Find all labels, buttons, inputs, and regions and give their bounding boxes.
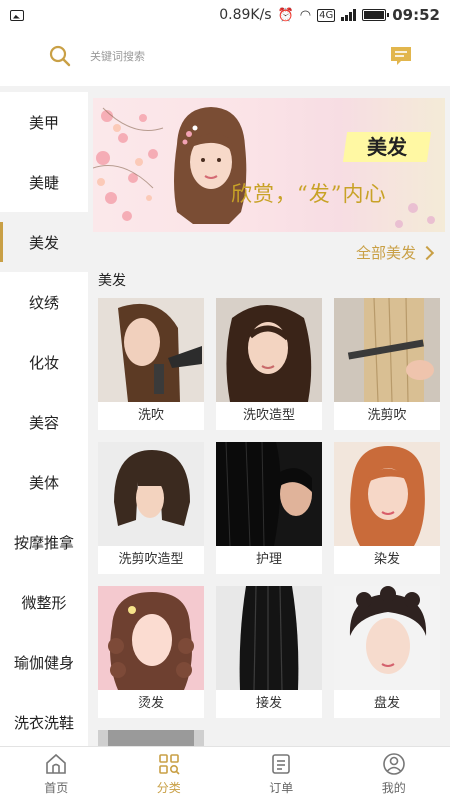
tab-profile[interactable]: 我的 <box>338 747 450 800</box>
clock: 09:52 <box>392 6 440 24</box>
sidebar-item-beauty[interactable]: 美容 <box>0 392 88 452</box>
subcategory-card[interactable]: 洗剪吹 <box>334 298 440 430</box>
sidebar-item-massage[interactable]: 按摩推拿 <box>0 512 88 572</box>
subcategory-card[interactable]: 染发 <box>334 442 440 574</box>
alarm-icon: ⏰ <box>277 7 294 23</box>
sidebar-item-tattoo-embroidery[interactable]: 纹绣 <box>0 272 88 332</box>
next-category-image <box>98 730 204 746</box>
section-title: 美发 <box>98 273 126 289</box>
promo-banner[interactable]: 美发 欣赏，“发”内心 <box>93 98 445 232</box>
sidebar-item-yoga-fitness[interactable]: 瑜伽健身 <box>0 632 88 692</box>
battery-icon <box>362 9 390 21</box>
wash-cut-blow-image <box>334 298 440 402</box>
gallery-notification-icon <box>10 9 24 21</box>
category-grid-icon <box>158 753 180 775</box>
perm-image <box>98 586 204 690</box>
network-type: 4G <box>317 8 336 22</box>
hair-extension-image <box>216 586 322 690</box>
sidebar-item-makeup[interactable]: 化妆 <box>0 332 88 392</box>
updo-image <box>334 586 440 690</box>
sidebar-item-body[interactable]: 美体 <box>0 452 88 512</box>
banner-tag: 美发 <box>342 132 432 162</box>
hair-care-image <box>216 442 322 546</box>
network-speed: 0.89K/s <box>219 7 272 23</box>
blow-dry-image <box>98 298 204 402</box>
bottom-tab-bar: 首页 分类 订单 我的 <box>0 746 450 800</box>
subcategory-card[interactable]: 接发 <box>216 586 322 718</box>
sidebar-item-micro-plastic[interactable]: 微整形 <box>0 572 88 632</box>
wifi-icon: ◠ <box>299 7 312 23</box>
tab-home[interactable]: 首页 <box>0 747 113 800</box>
hair-coloring-image <box>334 442 440 546</box>
orders-icon <box>272 753 291 774</box>
subcategory-card[interactable]: 洗吹造型 <box>216 298 322 430</box>
blow-dry-styling-image <box>216 298 322 402</box>
profile-icon <box>382 752 405 775</box>
search-input[interactable]: 关键词搜索 <box>90 48 145 64</box>
search-icon[interactable] <box>48 44 72 68</box>
subcategory-card[interactable]: 洗剪吹造型 <box>98 442 204 574</box>
signal-icon <box>341 9 357 21</box>
subcategory-card[interactable]: 烫发 <box>98 586 204 718</box>
sidebar-item-lashes[interactable]: 美睫 <box>0 152 88 212</box>
sidebar-item-laundry[interactable]: 洗衣洗鞋 <box>0 692 88 746</box>
chevron-right-icon <box>419 245 435 260</box>
banner-slogan: 欣赏，“发”内心 <box>231 182 387 206</box>
tab-category[interactable]: 分类 <box>113 747 226 800</box>
message-icon[interactable] <box>389 44 413 68</box>
cut-styling-image <box>98 442 204 546</box>
subcategory-card[interactable]: 洗吹 <box>98 298 204 430</box>
subcategory-card[interactable]: 盘发 <box>334 586 440 718</box>
status-bar: 0.89K/s ⏰ ◠ 4G 09:52 <box>0 0 450 30</box>
sidebar-item-nails[interactable]: 美甲 <box>0 92 88 152</box>
sidebar-item-hair[interactable]: 美发 <box>0 212 88 272</box>
view-all-hair-link[interactable]: 全部美发 <box>356 242 435 263</box>
home-icon <box>46 753 67 774</box>
tab-orders[interactable]: 订单 <box>225 747 338 800</box>
category-sidebar: 美甲 美睫 美发 纹绣 化妆 美容 美体 按摩推拿 微整形 瑜伽健身 洗衣洗鞋 <box>0 92 88 746</box>
subcategory-card-partial[interactable] <box>98 730 204 746</box>
flower-decoration-image <box>93 107 435 228</box>
subcategory-card[interactable]: 护理 <box>216 442 322 574</box>
search-bar[interactable]: 关键词搜索 <box>0 30 450 86</box>
category-content: 美发 欣赏，“发”内心 全部美发 美发 洗吹 洗吹造型 洗剪吹 洗剪吹造型 护理… <box>88 92 450 746</box>
